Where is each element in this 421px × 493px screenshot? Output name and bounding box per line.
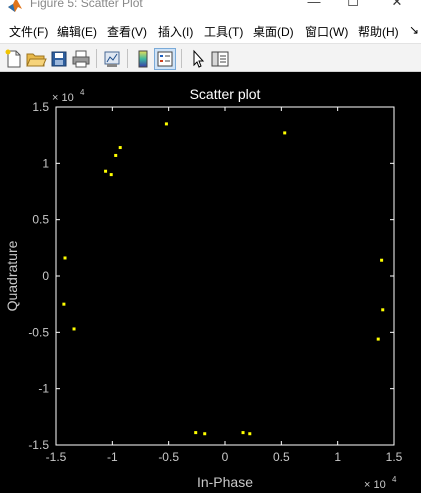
y-tick-label: 0 [42, 269, 49, 283]
menu-window[interactable]: 窗口(W) [305, 23, 348, 40]
scatter-point [194, 431, 198, 435]
scatter-point [114, 153, 118, 157]
print-icon[interactable] [70, 48, 92, 70]
y-tick-label: 0.5 [32, 213, 49, 227]
x-tick-label: 1.5 [386, 450, 403, 464]
close-button[interactable]: ✕ [377, 0, 417, 12]
y-tick-label: -1 [38, 382, 49, 396]
y-axis-label: Quadrature [4, 240, 20, 311]
menu-edit[interactable]: 编辑(E) [57, 23, 97, 40]
menu-tools[interactable]: 工具(T) [204, 23, 243, 40]
minimize-button[interactable]: — [294, 0, 334, 12]
menu-file[interactable]: 文件(F) [9, 23, 48, 40]
x-tick-label: 0.5 [273, 450, 290, 464]
scatter-point [380, 258, 384, 262]
title-bar: Figure 5: Scatter Plot — ☐ ✕ [0, 0, 421, 19]
save-icon[interactable] [48, 48, 70, 70]
scatter-point [376, 337, 380, 341]
scatter-point [381, 308, 385, 312]
y-exponent-power: 4 [80, 88, 85, 97]
window-title: Figure 5: Scatter Plot [30, 0, 143, 10]
x-tick-label: 1 [334, 450, 341, 464]
chart-title: Scatter plot [190, 86, 261, 102]
x-axis-label: In-Phase [197, 474, 253, 490]
figure-canvas: -1.5 -1 -0.5 0 0.5 1 1.5 -1.5 -1 -0.5 0 0.5 1 1.5 × 10… [0, 72, 421, 493]
menu-overflow-arrow[interactable]: ↘ [409, 23, 419, 37]
y-tick-label: -1.5 [28, 438, 49, 452]
scatter-point [104, 169, 108, 173]
x-exponent-label: × 10 [364, 479, 386, 491]
scatter-point [109, 173, 113, 177]
toolbar-separator [127, 49, 128, 68]
x-tick-label: 0 [222, 450, 229, 464]
scatter-point [241, 431, 245, 435]
insert-legend-icon[interactable] [154, 48, 176, 70]
open-folder-icon[interactable] [25, 48, 47, 70]
scatter-point [62, 302, 66, 306]
toolbar-separator [181, 49, 182, 68]
x-tick-label: -1 [107, 450, 118, 464]
matlab-logo-icon [8, 0, 22, 12]
scatter-point [72, 327, 76, 331]
menu-insert[interactable]: 插入(I) [158, 23, 193, 40]
x-tick-label: -0.5 [158, 450, 179, 464]
y-exponent-label: × 10 [52, 92, 74, 104]
scatter-point [63, 256, 67, 260]
scatter-point [118, 146, 122, 150]
menu-help[interactable]: 帮助(H) [358, 23, 399, 40]
toolbar-separator [96, 49, 97, 68]
property-editor-icon[interactable] [209, 48, 231, 70]
scatter-point [164, 122, 168, 126]
figure-toolbar [0, 43, 421, 72]
scatter-point [248, 432, 252, 436]
y-tick-label: 1 [42, 156, 49, 170]
y-tick-label: 1.5 [32, 100, 49, 114]
link-plot-icon[interactable] [101, 48, 123, 70]
pointer-icon[interactable] [187, 48, 209, 70]
axes-box [55, 106, 395, 446]
new-figure-icon[interactable] [3, 48, 25, 70]
scatter-point [203, 432, 207, 436]
y-tick-label: -0.5 [28, 325, 49, 339]
menu-desktop[interactable]: 桌面(D) [253, 23, 294, 40]
scatter-point [283, 131, 287, 135]
menu-view[interactable]: 查看(V) [107, 23, 147, 40]
x-exponent-power: 4 [392, 475, 397, 484]
scatter-chart: -1.5 -1 -0.5 0 0.5 1 1.5-1.5-1-0.500.511.5× 10… [4, 86, 403, 491]
maximize-button[interactable]: ☐ [333, 0, 373, 12]
menu-bar: 文件(F) 编辑(E) 查看(V) 插入(I) 工具(T) 桌面(D) 窗口(W… [0, 19, 421, 43]
insert-colorbar-icon[interactable] [132, 48, 154, 70]
x-tick-label: -1.5 [46, 450, 67, 464]
